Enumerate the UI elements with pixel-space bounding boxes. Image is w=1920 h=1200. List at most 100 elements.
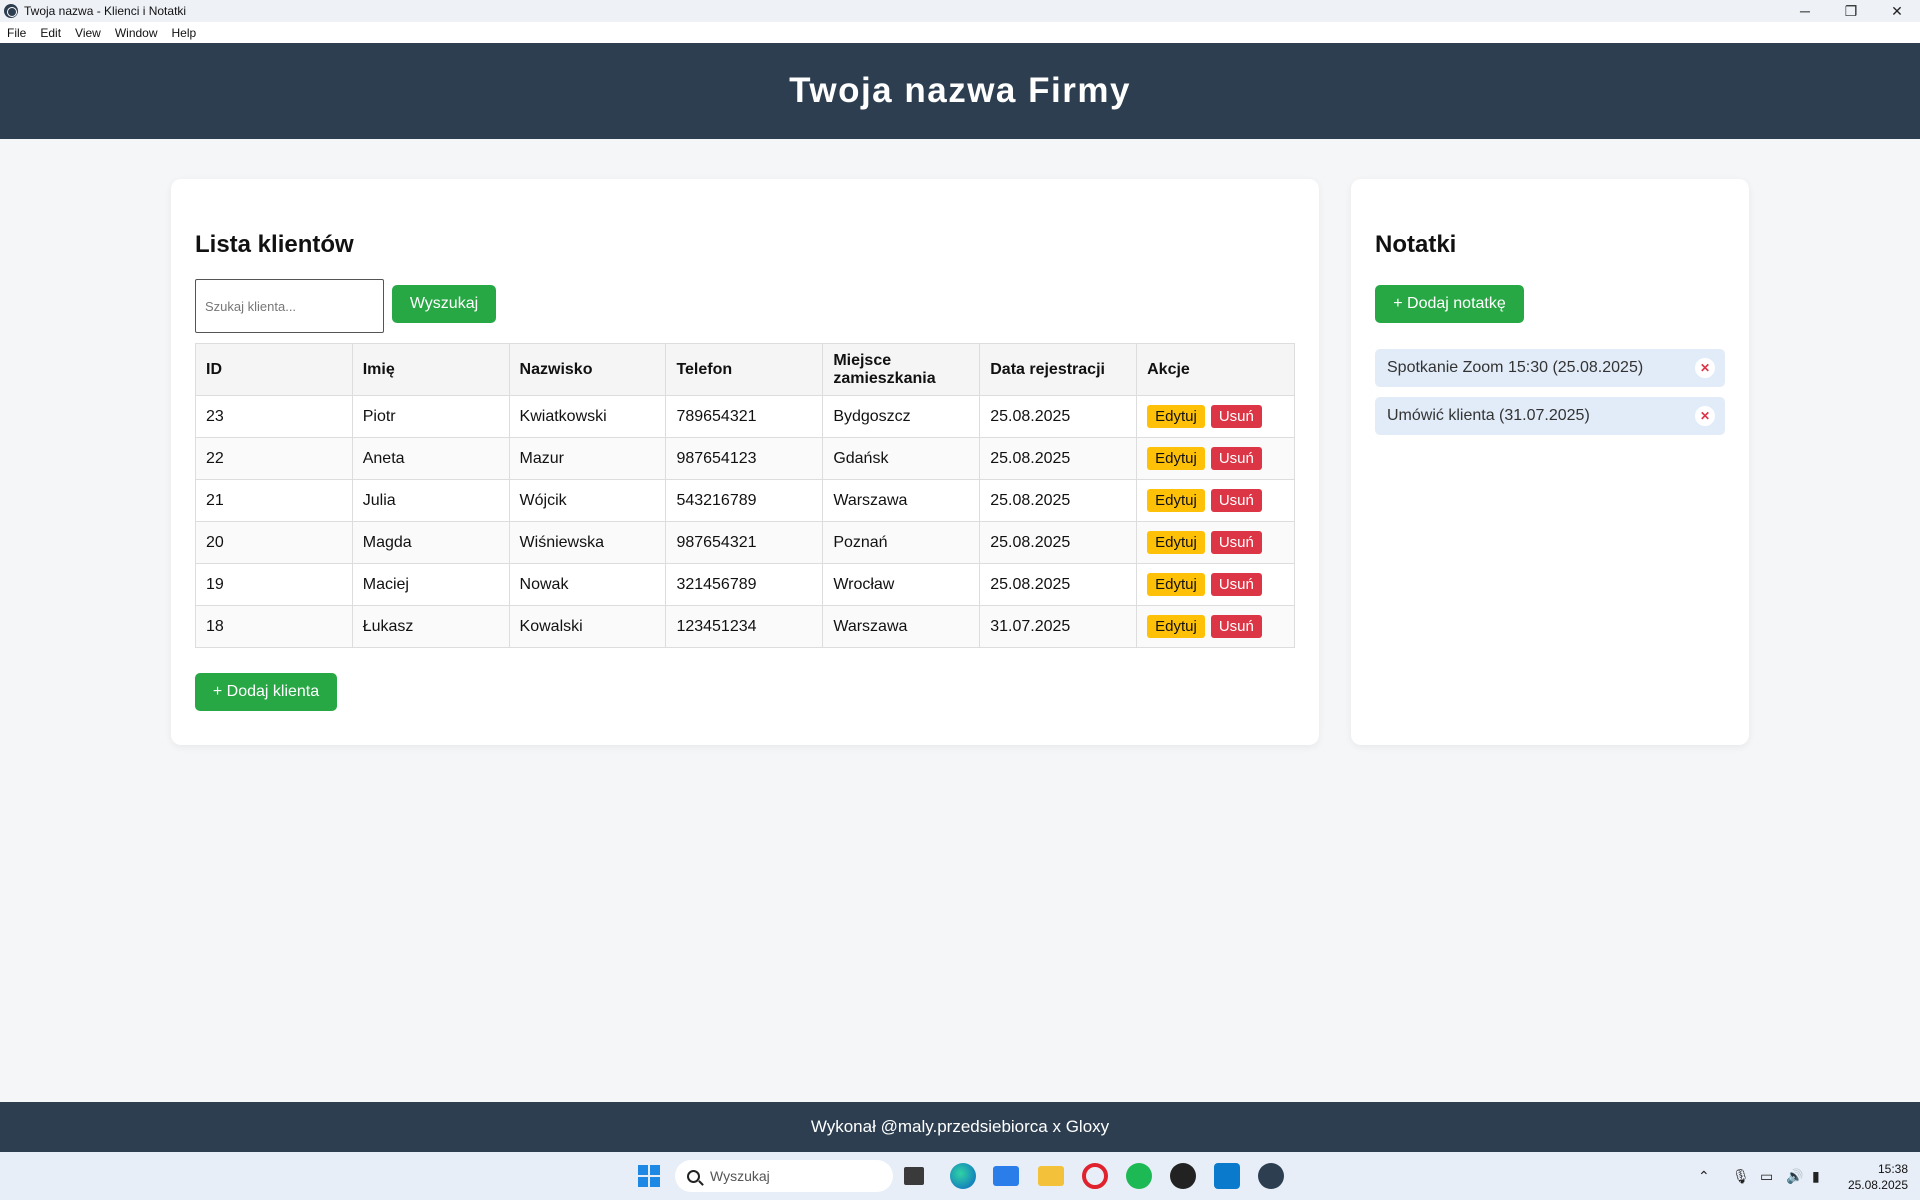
delete-button[interactable]: Usuń (1210, 531, 1262, 554)
edge-icon[interactable] (950, 1163, 976, 1189)
file-explorer-icon[interactable] (904, 1167, 924, 1185)
company-title: Twoja nazwa Firmy (789, 71, 1131, 110)
menu-view[interactable]: View (75, 26, 101, 40)
table-row: 21 Julia Wójcik 543216789 Warszawa 25.08… (195, 479, 1295, 522)
cell-first-name: Magda (351, 521, 510, 564)
cell-date: 25.08.2025 (979, 437, 1138, 480)
clock-time: 15:38 (1877, 1162, 1908, 1176)
add-note-button[interactable]: + Dodaj notatkę (1375, 285, 1524, 323)
cell-actions: Edytuj Usuń (1136, 395, 1295, 438)
table-row: 19 Maciej Nowak 321456789 Wrocław 25.08.… (195, 563, 1295, 606)
edit-button[interactable]: Edytuj (1147, 489, 1205, 512)
network-icon[interactable]: ▭ (1760, 1152, 1773, 1200)
cell-id: 18 (195, 605, 353, 648)
cell-id: 22 (195, 437, 353, 480)
clients-card: Lista klientów Wyszukaj ID Imię Nazwisko… (171, 179, 1319, 745)
app-header: Twoja nazwa Firmy (0, 43, 1920, 139)
delete-button[interactable]: Usuń (1210, 405, 1262, 428)
column-header-phone: Telefon (665, 343, 824, 396)
search-button[interactable]: Wyszukaj (392, 285, 496, 323)
table-row: 20 Magda Wiśniewska 987654321 Poznań 25.… (195, 521, 1295, 564)
cell-phone: 987654123 (665, 437, 824, 480)
minimize-icon[interactable]: ─ (1782, 0, 1828, 22)
obs-icon[interactable] (1170, 1163, 1196, 1189)
edit-button[interactable]: Edytuj (1147, 615, 1205, 638)
app-icon (4, 4, 18, 18)
electron-app-icon[interactable] (1258, 1163, 1284, 1189)
table-header-row: ID Imię Nazwisko Telefon Miejsce zamiesz… (195, 343, 1295, 396)
cell-first-name: Julia (351, 479, 510, 522)
column-header-city: Miejsce zamieszkania (822, 343, 981, 396)
delete-button[interactable]: Usuń (1210, 615, 1262, 638)
table-row: 22 Aneta Mazur 987654123 Gdańsk 25.08.20… (195, 437, 1295, 480)
taskbar: Wyszukaj ⌃ 🎙 ▭ 🔊 ▮ 15:38 25.08.2025 (0, 1152, 1920, 1200)
cell-first-name: Łukasz (351, 605, 510, 648)
table-row: 18 Łukasz Kowalski 123451234 Warszawa 31… (195, 605, 1295, 648)
cell-phone: 987654321 (665, 521, 824, 564)
opera-icon[interactable] (1082, 1163, 1108, 1189)
edit-button[interactable]: Edytuj (1147, 531, 1205, 554)
battery-icon[interactable]: ▮ (1812, 1152, 1820, 1200)
note-text: Umówić klienta (31.07.2025) (1387, 407, 1590, 424)
cell-city: Gdańsk (822, 437, 981, 480)
edit-button[interactable]: Edytuj (1147, 447, 1205, 470)
close-icon[interactable]: ✕ (1874, 0, 1920, 22)
delete-note-icon[interactable]: ✕ (1695, 406, 1715, 426)
menu-window[interactable]: Window (115, 26, 158, 40)
clock-date: 25.08.2025 (1847, 1178, 1908, 1192)
cell-city: Wrocław (822, 563, 981, 606)
cell-last-name: Kwiatkowski (508, 395, 667, 438)
note-item: Umówić klienta (31.07.2025) ✕ (1375, 397, 1725, 435)
cell-first-name: Aneta (351, 437, 510, 480)
cell-id: 21 (195, 479, 353, 522)
volume-icon[interactable]: 🔊 (1786, 1152, 1803, 1200)
search-icon (687, 1169, 700, 1183)
column-header-actions: Akcje (1136, 343, 1295, 396)
edit-button[interactable]: Edytuj (1147, 405, 1205, 428)
spotify-icon[interactable] (1126, 1163, 1152, 1189)
delete-button[interactable]: Usuń (1210, 447, 1262, 470)
cell-last-name: Kowalski (508, 605, 667, 648)
delete-button[interactable]: Usuń (1210, 489, 1262, 512)
delete-note-icon[interactable]: ✕ (1695, 358, 1715, 378)
tray-chevron-icon[interactable]: ⌃ (1698, 1152, 1710, 1200)
menu-edit[interactable]: Edit (40, 26, 61, 40)
cell-first-name: Piotr (351, 395, 510, 438)
note-text: Spotkanie Zoom 15:30 (25.08.2025) (1387, 359, 1644, 376)
photos-icon[interactable] (993, 1166, 1019, 1186)
menu-file[interactable]: File (7, 26, 26, 40)
edit-button[interactable]: Edytuj (1147, 573, 1205, 596)
app-footer: Wykonał @maly.przedsiebiorca x Gloxy (0, 1102, 1920, 1152)
microphone-icon[interactable]: 🎙 (1732, 1152, 1750, 1200)
table-row: 23 Piotr Kwiatkowski 789654321 Bydgoszcz… (195, 395, 1295, 438)
cell-date: 31.07.2025 (979, 605, 1138, 648)
delete-button[interactable]: Usuń (1210, 573, 1262, 596)
column-header-registration-date: Data rejestracji (979, 343, 1138, 396)
menu-bar: File Edit View Window Help (0, 22, 1920, 43)
cell-last-name: Mazur (508, 437, 667, 480)
taskbar-clock[interactable]: 15:38 25.08.2025 (1848, 1161, 1908, 1193)
cell-city: Bydgoszcz (822, 395, 981, 438)
vscode-icon[interactable] (1214, 1163, 1240, 1189)
notes-title: Notatki (1375, 231, 1457, 258)
windows-start-icon[interactable] (638, 1165, 660, 1187)
menu-help[interactable]: Help (172, 26, 197, 40)
cell-id: 20 (195, 521, 353, 564)
cell-phone: 123451234 (665, 605, 824, 648)
restore-icon[interactable]: ❐ (1828, 0, 1874, 22)
client-search-input[interactable] (195, 279, 384, 333)
cell-actions: Edytuj Usuń (1136, 605, 1295, 648)
cell-id: 23 (195, 395, 353, 438)
cell-phone: 789654321 (665, 395, 824, 438)
cell-phone: 543216789 (665, 479, 824, 522)
cell-date: 25.08.2025 (979, 521, 1138, 564)
cell-date: 25.08.2025 (979, 563, 1138, 606)
add-client-button[interactable]: + Dodaj klienta (195, 673, 337, 711)
notes-card: Notatki + Dodaj notatkę Spotkanie Zoom 1… (1351, 179, 1749, 745)
window-title: Twoja nazwa - Klienci i Notatki (24, 4, 187, 18)
folder-icon[interactable] (1038, 1166, 1064, 1186)
taskbar-search[interactable]: Wyszukaj (675, 1160, 893, 1192)
cell-last-name: Wiśniewska (508, 521, 667, 564)
cell-city: Poznań (822, 521, 981, 564)
cell-actions: Edytuj Usuń (1136, 437, 1295, 480)
